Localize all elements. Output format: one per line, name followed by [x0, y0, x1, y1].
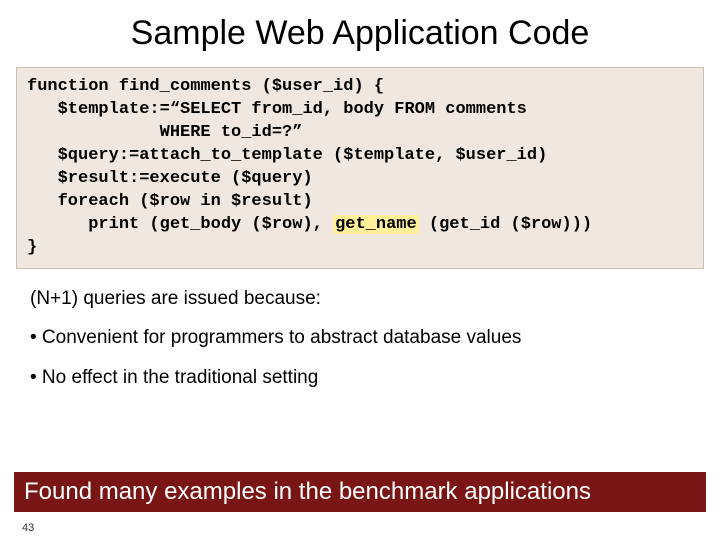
intro-text: (N+1) queries are issued because:	[30, 287, 690, 311]
code-line-8: }	[27, 238, 37, 257]
page-number: 43	[22, 522, 34, 534]
code-line-7b: (get_id ($row)))	[419, 215, 592, 234]
code-line-5: $result:=execute ($query)	[27, 169, 313, 188]
slide: Sample Web Application Code function fin…	[0, 0, 720, 540]
bullet-1: • Convenient for programmers to abstract…	[30, 326, 690, 350]
code-line-2: $template:=“SELECT from_id, body FROM co…	[27, 100, 527, 119]
footer-banner: Found many examples in the benchmark app…	[14, 472, 706, 512]
code-line-7a: print (get_body ($row),	[27, 215, 333, 234]
code-line-4: $query:=attach_to_template ($template, $…	[27, 146, 547, 165]
code-kw-function: function	[27, 77, 109, 96]
code-highlight-getname: get_name	[333, 215, 419, 234]
code-line-3: WHERE to_id=?”	[27, 123, 302, 142]
code-line-1b: find_comments ($user_id) {	[109, 77, 384, 96]
bullet-2: • No effect in the traditional setting	[30, 366, 690, 390]
body-text: (N+1) queries are issued because: • Conv…	[0, 269, 720, 390]
code-line-6: foreach ($row in $result)	[27, 192, 313, 211]
code-block: function find_comments ($user_id) { $tem…	[16, 67, 704, 269]
slide-title: Sample Web Application Code	[0, 0, 720, 63]
